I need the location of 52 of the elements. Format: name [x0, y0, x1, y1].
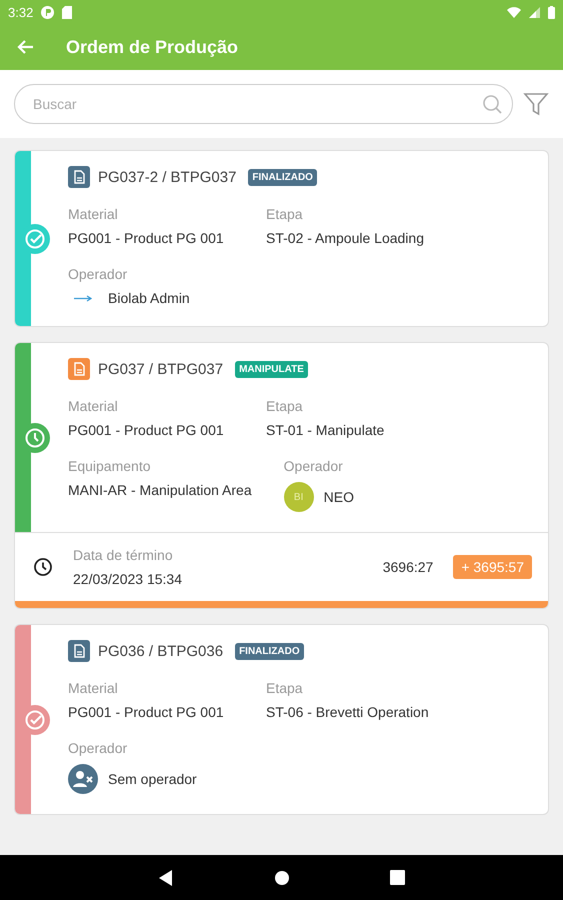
app-notification-icon — [41, 6, 54, 18]
sd-card-icon — [62, 6, 72, 18]
document-icon — [68, 358, 90, 380]
status-badge: FINALIZADO — [248, 168, 317, 186]
field-label: Operador — [68, 266, 128, 282]
order-code: PG037-2 / BTPG037 — [98, 168, 236, 186]
user-off-icon — [68, 764, 98, 794]
field-label: Etapa — [266, 206, 304, 222]
logo-icon — [74, 294, 92, 302]
overdue-badge: + 3695:57 — [453, 555, 532, 579]
end-date: 22/03/2023 15:34 — [73, 571, 183, 587]
home-nav-icon[interactable] — [274, 870, 290, 886]
field-label: Material — [68, 680, 119, 696]
page-title: Ordem de Produção — [66, 36, 238, 58]
field-label: Material — [68, 398, 119, 414]
field-value: ST-01 - Manipulate — [266, 422, 386, 438]
status-badge: FINALIZADO — [235, 642, 304, 660]
status-badge: MANIPULATE — [235, 360, 308, 378]
field-value: PG001 - Product PG 001 — [68, 704, 225, 720]
field-value: ST-02 - Ampoule Loading — [266, 230, 425, 246]
battery-icon — [548, 6, 555, 18]
field-value: ST-06 - Brevetti Operation — [266, 704, 430, 720]
field-label: Operador — [284, 458, 344, 474]
order-card[interactable]: PG037-2 / BTPG037 FINALIZADO Material PG001 - Product PG 001 Etapa ST-02 - Ampoule Loading Operador Biolab Admin — [15, 151, 548, 326]
field-label: Etapa — [266, 680, 304, 696]
signal-icon — [529, 6, 540, 18]
operator-name: Biolab Admin — [108, 290, 190, 306]
order-card[interactable]: PG037 / BTPG037 MANIPULATE Material PG001 - Product PG 001 Etapa ST-01 - Manipulate Equipamento MANI-AR - Manipulation Area Operador BI NEO Data de término 22/03/2023 15:34 3696:27 + 3695:57 — [15, 343, 548, 608]
field-label: Equipamento — [68, 458, 152, 474]
document-icon — [68, 640, 90, 662]
field-label: Operador — [68, 740, 128, 756]
field-label: Etapa — [266, 398, 304, 414]
search-icon[interactable] — [481, 93, 503, 115]
field-value: MANI-AR - Manipulation Area — [68, 482, 252, 498]
document-icon — [68, 166, 90, 188]
field-label: Material — [68, 206, 119, 222]
search-field[interactable]: Buscar — [14, 84, 513, 124]
avatar: BI — [284, 482, 314, 512]
order-code: PG037 / BTPG037 — [98, 360, 224, 378]
operator-name: NEO — [324, 489, 354, 505]
order-code: PG036 / BTPG036 — [98, 642, 224, 660]
elapsed-time: 3696:27 — [382, 559, 434, 575]
field-value: PG001 - Product PG 001 — [68, 422, 225, 438]
field-value: PG001 - Product PG 001 — [68, 230, 225, 246]
order-card[interactable]: PG036 / BTPG036 FINALIZADO Material PG001 - Product PG 001 Etapa ST-06 - Brevetti Operation Operador Sem operador — [15, 625, 548, 814]
operator-name: Sem operador — [108, 771, 197, 787]
back-nav-icon[interactable] — [158, 868, 174, 886]
clock-icon — [33, 557, 53, 577]
status-time: 3:32 — [8, 4, 34, 20]
filter-icon[interactable] — [523, 91, 549, 117]
field-label: Data de término — [73, 547, 174, 563]
wifi-icon — [507, 6, 521, 18]
